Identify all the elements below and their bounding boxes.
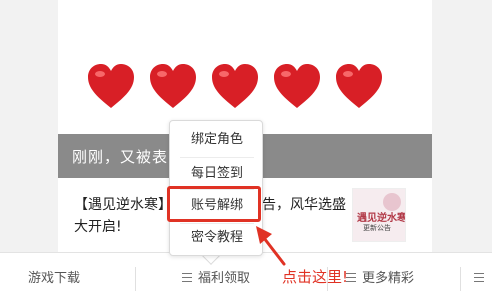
menu-lines-icon <box>474 273 484 282</box>
thumbnail-subtitle: 更新公告 <box>363 224 391 232</box>
tab-welfare-label: 福利领取 <box>198 271 251 286</box>
tab-divider <box>460 267 461 291</box>
heart-icon <box>274 64 320 108</box>
menu-item-bind-role[interactable]: 绑定角色 <box>170 123 264 157</box>
annotation-text: 点击这里! <box>282 268 349 286</box>
menu-lines-icon <box>182 273 192 282</box>
thumbnail-title: 遇见逆水寒 <box>357 213 406 224</box>
tab-divider <box>135 267 136 291</box>
banner-text: 刚刚，又被表白 <box>72 148 185 166</box>
article-thumbnail[interactable]: 遇见逆水寒 更新公告 <box>352 188 406 242</box>
article-title-part-1: 【遇见逆水寒】 <box>74 197 172 213</box>
tab-more[interactable]: 更多精彩 <box>346 253 414 304</box>
heart-icon <box>212 64 258 108</box>
hearts-row <box>58 62 432 122</box>
tab-game-download[interactable]: 游戏下载 <box>28 253 80 304</box>
heart-icon <box>88 64 134 108</box>
arrow-icon <box>256 226 286 266</box>
highlight-box <box>167 186 261 222</box>
bottom-nav: 游戏下载 福利领取 更多精彩 <box>0 252 492 304</box>
heart-icon <box>150 64 196 108</box>
heart-icon <box>336 64 382 108</box>
tab-more-label: 更多精彩 <box>362 271 415 286</box>
tab-welfare[interactable]: 福利领取 <box>182 253 250 304</box>
tab-extra[interactable] <box>474 253 490 304</box>
